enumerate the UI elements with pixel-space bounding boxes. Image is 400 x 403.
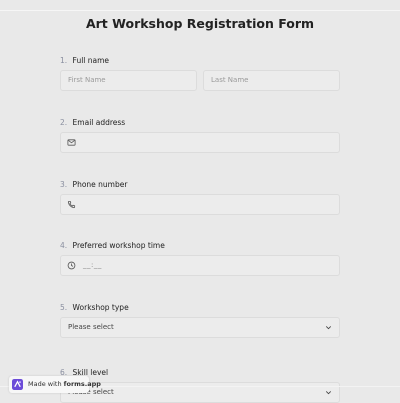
question-number: 3.	[60, 180, 68, 189]
question-number: 2.	[60, 118, 68, 127]
question-label: Email address	[72, 118, 126, 127]
chevron-down-icon	[325, 326, 332, 330]
envelope-icon	[67, 139, 76, 146]
question-full-name: 1. Full name First Name Last Name	[60, 55, 340, 91]
question-time: 4. Preferred workshop time __:__	[60, 240, 340, 276]
question-label: Phone number	[72, 180, 128, 189]
forms-app-logo-icon	[12, 379, 23, 390]
badge-prefix: Made with	[28, 380, 62, 388]
top-divider	[0, 10, 400, 11]
last-name-input[interactable]: Last Name	[203, 70, 340, 91]
question-number: 5.	[60, 303, 68, 312]
question-label: Workshop type	[72, 303, 129, 312]
question-label: Preferred workshop time	[72, 241, 165, 250]
last-name-placeholder: Last Name	[211, 76, 249, 84]
phone-icon	[67, 200, 76, 209]
form-title: Art Workshop Registration Form	[85, 16, 315, 31]
workshop-type-value: Please select	[68, 323, 114, 331]
badge-brand: forms.app	[63, 380, 101, 388]
time-input[interactable]: __:__	[60, 255, 340, 276]
question-workshop-type: 5. Workshop type Please select	[60, 302, 340, 338]
clock-icon	[67, 261, 76, 270]
time-placeholder: __:__	[83, 261, 102, 269]
workshop-type-select[interactable]: Please select	[60, 317, 340, 338]
chevron-down-icon	[325, 391, 332, 395]
email-input[interactable]	[60, 132, 340, 153]
question-phone: 3. Phone number	[60, 179, 340, 215]
question-number: 4.	[60, 241, 68, 250]
phone-input[interactable]	[60, 194, 340, 215]
question-skill-level: 6. Skill level Please select	[60, 367, 340, 403]
question-label: Full name	[72, 56, 110, 65]
first-name-placeholder: First Name	[68, 76, 106, 84]
question-number: 1.	[60, 56, 68, 65]
made-with-badge[interactable]: Made with forms.app	[9, 376, 101, 393]
first-name-input[interactable]: First Name	[60, 70, 197, 91]
question-email: 2. Email address	[60, 117, 340, 153]
